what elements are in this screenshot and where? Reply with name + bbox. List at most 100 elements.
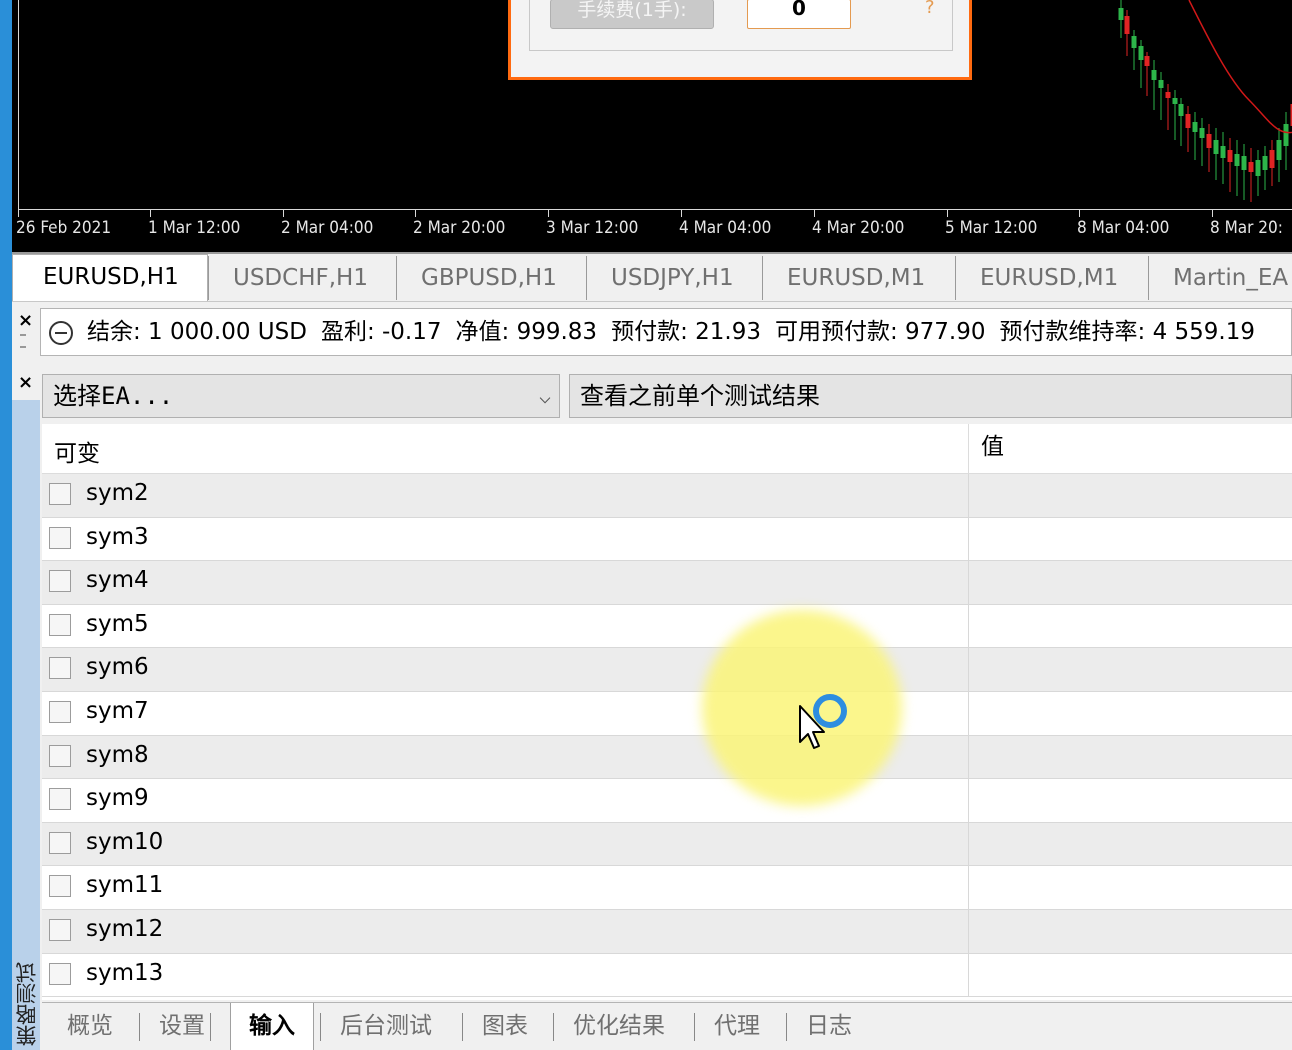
price-chart[interactable]: 26 Feb 2021 1 Mar 12:00 2 Mar 04:00 2 Mar 2… <box>12 0 1292 252</box>
candle-body <box>1151 70 1157 80</box>
time-tick-label: 3 Mar 12:00 <box>546 218 639 238</box>
tester-tab[interactable]: 优化结果 <box>573 1009 665 1049</box>
param-name: sym12 <box>86 915 164 942</box>
candle-body <box>1220 146 1226 158</box>
drag-handle-icon[interactable] <box>20 334 26 348</box>
candle-body <box>1131 36 1137 48</box>
candle-body <box>1178 104 1184 116</box>
param-checkbox[interactable] <box>49 613 71 636</box>
table-row[interactable]: sym11 <box>42 866 1292 910</box>
table-row[interactable]: sym7 <box>42 691 1292 736</box>
param-checkbox[interactable] <box>49 657 71 680</box>
param-value-cell[interactable] <box>968 953 1292 997</box>
tester-tab[interactable]: 设置 <box>159 1009 205 1049</box>
param-name: sym3 <box>86 523 149 550</box>
param-checkbox[interactable] <box>49 744 71 767</box>
time-tick-mark <box>1212 210 1213 217</box>
tester-tab[interactable]: 代理 <box>714 1009 760 1049</box>
candle-body <box>1269 150 1275 168</box>
param-checkbox[interactable] <box>49 483 71 505</box>
chart-tab[interactable]: EURUSD,M1 <box>955 256 1148 300</box>
param-value-cell[interactable] <box>968 866 1292 909</box>
fee-label: 手续费(1手): <box>550 0 714 29</box>
param-checkbox[interactable] <box>49 918 71 941</box>
tester-tab[interactable]: 概览 <box>67 1009 113 1049</box>
time-tick-mark <box>1079 210 1080 217</box>
tester-tab[interactable]: 图表 <box>482 1009 528 1049</box>
chart-tab[interactable]: EURUSD,H1 <box>12 254 208 301</box>
table-row[interactable]: sym6 <box>42 648 1292 692</box>
header-value[interactable]: 值 <box>968 424 1004 474</box>
chart-tab[interactable]: USDJPY,H1 <box>586 256 762 300</box>
param-checkbox[interactable] <box>49 526 71 549</box>
chevron-down-icon[interactable]: ⌵ <box>539 375 551 417</box>
equity-text: 净值: 999.83 <box>455 319 598 345</box>
param-name: sym4 <box>86 567 149 594</box>
tester-tab[interactable]: 日志 <box>806 1009 852 1049</box>
table-row[interactable]: sym13 <box>42 953 1292 998</box>
param-value-cell[interactable] <box>968 474 1292 517</box>
param-value-cell[interactable] <box>968 822 1292 866</box>
close-icon[interactable]: × <box>18 372 33 393</box>
table-row[interactable]: sym8 <box>42 735 1292 780</box>
table-row[interactable]: sym2 <box>42 474 1292 518</box>
candle-body <box>1234 154 1240 166</box>
param-checkbox[interactable] <box>49 831 71 854</box>
time-tick-mark <box>681 210 682 217</box>
table-row[interactable]: sym4 <box>42 561 1292 605</box>
param-checkbox[interactable] <box>49 962 71 985</box>
table-row[interactable]: sym9 <box>42 779 1292 823</box>
close-icon[interactable]: × <box>18 310 33 331</box>
chart-tab[interactable]: EURUSD,M1 <box>762 256 955 300</box>
param-checkbox[interactable] <box>49 875 71 898</box>
tester-title: 策略测试 <box>15 962 39 1046</box>
chart-tab[interactable]: GBPUSD,H1 <box>396 256 586 300</box>
tab-separator <box>139 1013 140 1041</box>
table-row[interactable]: sym12 <box>42 909 1292 954</box>
time-tick-label: 26 Feb 2021 <box>16 218 112 238</box>
param-name: sym6 <box>86 654 149 681</box>
tester-tab[interactable]: 后台测试 <box>340 1009 432 1049</box>
previous-results-button[interactable]: 查看之前单个测试结果 <box>569 374 1292 418</box>
table-row[interactable]: sym10 <box>42 822 1292 867</box>
collapse-icon[interactable] <box>49 321 73 345</box>
param-value-cell[interactable] <box>968 691 1292 735</box>
param-value-cell[interactable] <box>968 779 1292 822</box>
candle-body <box>1206 134 1212 148</box>
candle-body <box>1283 124 1289 146</box>
candle-body <box>1241 156 1247 170</box>
fee-dialog: 手续费(1手): 0 ? <box>508 0 972 80</box>
time-axis: 26 Feb 2021 1 Mar 12:00 2 Mar 04:00 2 Mar 2… <box>16 210 1292 252</box>
table-row[interactable]: sym5 <box>42 604 1292 649</box>
param-name: sym7 <box>86 697 149 724</box>
free-margin-text: 可用预付款: 977.90 <box>774 319 986 345</box>
fee-input[interactable]: 0 <box>747 0 851 29</box>
param-value-cell[interactable] <box>968 561 1292 604</box>
candle-body <box>1172 98 1178 104</box>
strategy-tester-panel: × 策略测试 选择EA... ⌵ 查看之前单个测试结果 可变 值 sym2 sym… <box>12 362 1292 1050</box>
candle-body <box>1118 8 1124 20</box>
tab-separator <box>553 1013 554 1041</box>
chart-tab-bar: EURUSD,H1 USDCHF,H1 GBPUSD,H1 USDJPY,H1 EURU… <box>12 252 1292 302</box>
param-checkbox[interactable] <box>49 700 71 723</box>
param-value-cell[interactable] <box>968 735 1292 779</box>
param-value-cell[interactable] <box>968 517 1292 561</box>
candle-body <box>1124 16 1130 34</box>
header-variable[interactable]: 可变 <box>54 434 100 468</box>
help-icon[interactable]: ? <box>925 0 935 18</box>
param-checkbox[interactable] <box>49 570 71 593</box>
tester-tab[interactable]: 输入 <box>230 1003 314 1050</box>
param-name: sym11 <box>86 872 164 899</box>
time-tick-mark <box>947 210 948 217</box>
time-tick-mark <box>18 210 19 217</box>
ea-select-dropdown[interactable]: 选择EA... ⌵ <box>42 374 560 418</box>
chart-tab[interactable]: Martin_EA <box>1148 256 1292 300</box>
table-row[interactable]: sym3 <box>42 517 1292 562</box>
param-value-cell[interactable] <box>968 909 1292 953</box>
param-value-cell[interactable] <box>968 648 1292 691</box>
chart-tab[interactable]: USDCHF,H1 <box>208 256 396 300</box>
param-value-cell[interactable] <box>968 604 1292 648</box>
param-checkbox[interactable] <box>49 788 71 811</box>
candle-body <box>1262 156 1268 170</box>
tab-separator <box>786 1013 787 1041</box>
